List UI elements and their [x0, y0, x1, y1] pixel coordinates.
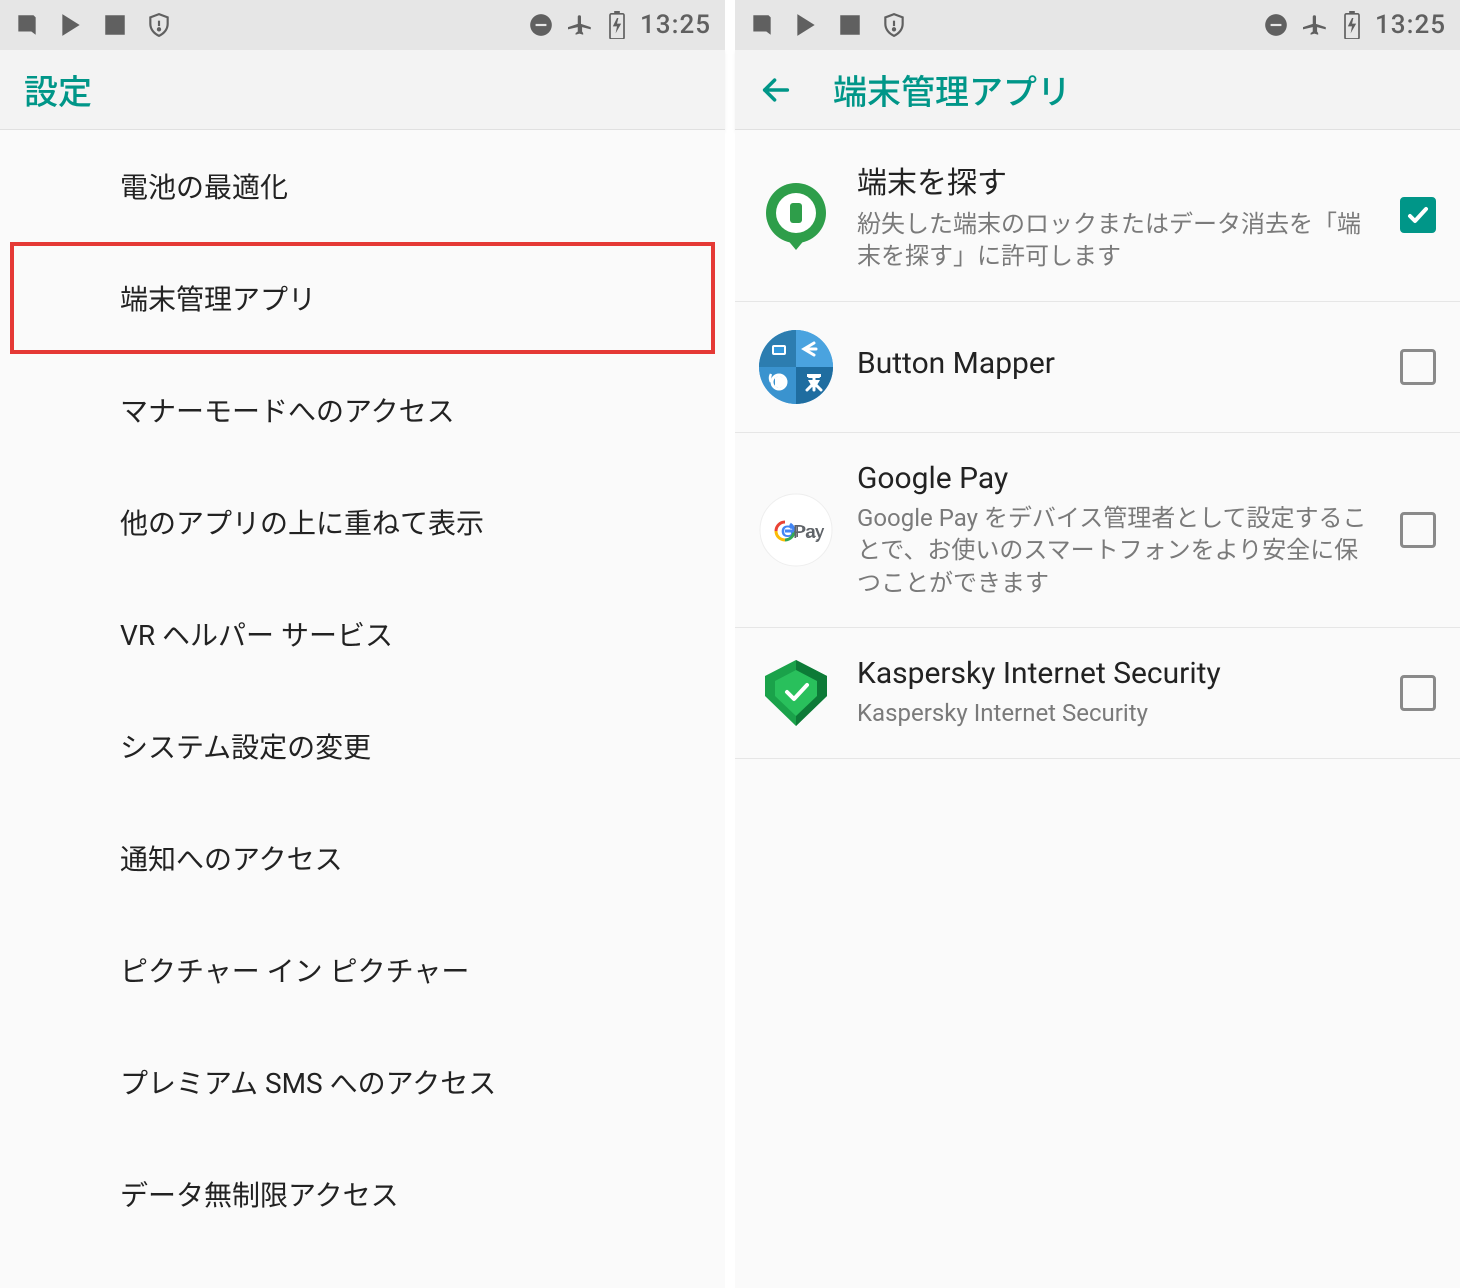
button-mapper-icon — [759, 330, 833, 404]
settings-item[interactable]: データ無制限アクセス — [0, 1138, 725, 1250]
app-bar: 設定 — [0, 50, 725, 130]
settings-item[interactable]: 通知へのアクセス — [0, 802, 725, 914]
status-right-icons: 13:25 — [528, 10, 711, 40]
status-left-icons — [749, 12, 907, 38]
app-title: Kaspersky Internet Security — [857, 656, 1376, 691]
page-title: 端末管理アプリ — [833, 65, 1071, 114]
app-title: Google Pay — [857, 461, 1376, 496]
settings-item-label: システム設定の変更 — [120, 726, 371, 766]
admin-app-checkbox[interactable] — [1400, 197, 1436, 233]
admin-app-row[interactable]: GPayPay Google Pay Google Pay をデバイス管理者として設… — [735, 433, 1460, 628]
app-bar: 端末管理アプリ — [735, 50, 1460, 130]
back-button[interactable] — [759, 73, 793, 107]
notes-icon — [749, 12, 775, 38]
app-description: 紛失した端末のロックまたはデータ消去を「端末を探す」に許可します — [857, 208, 1376, 273]
airplane-icon — [568, 12, 594, 38]
status-left-icons — [14, 12, 172, 38]
phone-right: 13:25 端末管理アプリ 端末を探す紛失した端末のロックまたはデータ消去を「端… — [735, 0, 1460, 1288]
battery-charging-icon — [608, 11, 626, 39]
app-text: 端末を探す紛失した端末のロックまたはデータ消去を「端末を探す」に許可します — [857, 158, 1376, 273]
admin-app-checkbox[interactable] — [1400, 512, 1436, 548]
status-time: 13:25 — [640, 10, 711, 40]
settings-item[interactable]: マナーモードへのアクセス — [0, 354, 725, 466]
battery-charging-icon — [1343, 11, 1361, 39]
settings-item[interactable]: ピクチャー イン ピクチャー — [0, 914, 725, 1026]
image-icon — [102, 12, 128, 38]
status-time: 13:25 — [1375, 10, 1446, 40]
settings-item[interactable]: プレミアム SMS へのアクセス — [0, 1026, 725, 1138]
play-store-icon — [58, 12, 84, 38]
settings-item[interactable]: 端末管理アプリ — [10, 242, 715, 354]
app-text: Google Pay Google Pay をデバイス管理者として設定することで、… — [857, 461, 1376, 599]
app-title: 端末を探す — [857, 158, 1376, 202]
do-not-disturb-icon — [528, 12, 554, 38]
gpay-icon: GPayPay — [759, 493, 833, 567]
image-icon — [837, 12, 863, 38]
settings-item-label: データ無制限アクセス — [120, 1174, 399, 1214]
settings-item-label: VR ヘルパー サービス — [120, 614, 393, 654]
settings-item-label: マナーモードへのアクセス — [120, 390, 455, 430]
admin-apps-list[interactable]: 端末を探す紛失した端末のロックまたはデータ消去を「端末を探す」に許可します But… — [735, 130, 1460, 1288]
app-description: Kaspersky Internet Security — [857, 697, 1376, 729]
app-description: Google Pay をデバイス管理者として設定することで、お使いのスマートフォ… — [857, 502, 1376, 599]
find-device-icon — [759, 178, 833, 252]
do-not-disturb-icon — [1263, 12, 1289, 38]
svg-text:Pay: Pay — [793, 522, 824, 542]
page-title: 設定 — [24, 65, 92, 114]
status-bar: 13:25 — [735, 0, 1460, 50]
notes-icon — [14, 12, 40, 38]
settings-item-label: プレミアム SMS へのアクセス — [120, 1062, 496, 1102]
status-right-icons: 13:25 — [1263, 10, 1446, 40]
settings-item[interactable]: 電池の最適化 — [0, 130, 725, 242]
settings-item-label: ピクチャー イン ピクチャー — [120, 950, 469, 990]
shield-outline-icon — [881, 12, 907, 38]
kaspersky-icon — [759, 656, 833, 730]
play-store-icon — [793, 12, 819, 38]
settings-item-label: 通知へのアクセス — [120, 838, 343, 878]
admin-app-checkbox[interactable] — [1400, 349, 1436, 385]
settings-item-label: 電池の最適化 — [120, 166, 288, 206]
admin-app-row[interactable]: Button Mapper — [735, 302, 1460, 433]
settings-item-label: 端末管理アプリ — [120, 278, 316, 318]
settings-item[interactable]: システム設定の変更 — [0, 690, 725, 802]
status-bar: 13:25 — [0, 0, 725, 50]
settings-item[interactable]: VR ヘルパー サービス — [0, 578, 725, 690]
settings-item[interactable]: 他のアプリの上に重ねて表示 — [0, 466, 725, 578]
airplane-icon — [1303, 12, 1329, 38]
app-title: Button Mapper — [857, 346, 1376, 381]
settings-list[interactable]: 電池の最適化端末管理アプリマナーモードへのアクセス他のアプリの上に重ねて表示 VR… — [0, 130, 725, 1288]
app-text: Kaspersky Internet Security Kaspersky Int… — [857, 656, 1376, 729]
admin-app-checkbox[interactable] — [1400, 675, 1436, 711]
app-text: Button Mapper — [857, 346, 1376, 387]
admin-app-row[interactable]: 端末を探す紛失した端末のロックまたはデータ消去を「端末を探す」に許可します — [735, 130, 1460, 302]
shield-outline-icon — [146, 12, 172, 38]
phone-left: 13:25 設定 電池の最適化端末管理アプリマナーモードへのアクセス他のアプリの… — [0, 0, 725, 1288]
admin-app-row[interactable]: Kaspersky Internet Security Kaspersky Int… — [735, 628, 1460, 759]
settings-item-label: 他のアプリの上に重ねて表示 — [120, 502, 484, 542]
